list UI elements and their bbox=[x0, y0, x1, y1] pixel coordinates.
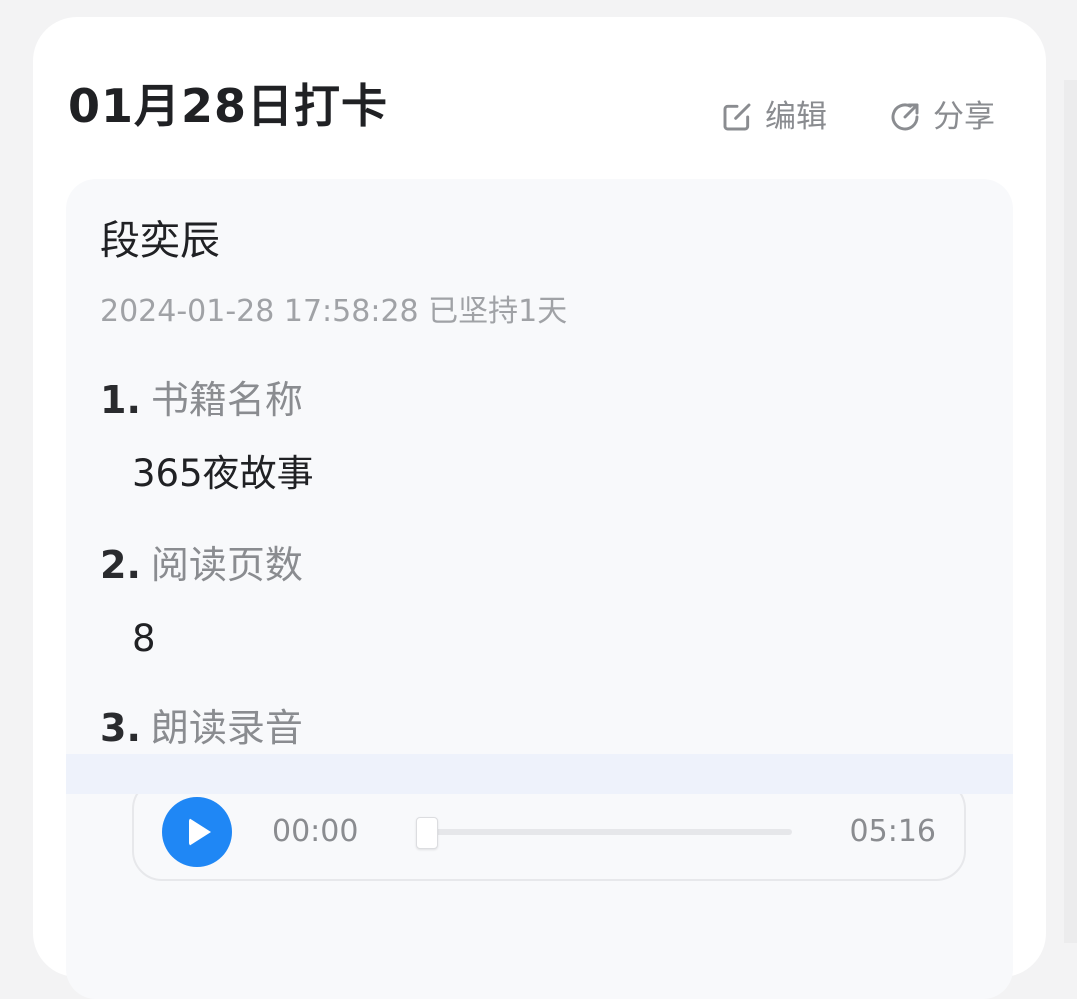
question-label: 朗读录音 bbox=[150, 706, 303, 750]
user-name: 段奕辰 bbox=[100, 218, 220, 264]
audio-progress-track[interactable] bbox=[416, 817, 792, 849]
page-title: 01月28日打卡 bbox=[68, 79, 389, 133]
audio-player: 00:00 05:16 bbox=[132, 779, 966, 881]
current-time: 00:00 bbox=[272, 814, 359, 849]
question-1: 1. 书籍名称 bbox=[100, 381, 303, 419]
audio-progress-thumb[interactable] bbox=[416, 817, 438, 849]
entry-panel: 段奕辰 2024-01-28 17:58:28 已坚持1天 1. 书籍名称 365… bbox=[66, 179, 1013, 999]
share-label: 分享 bbox=[933, 98, 995, 135]
entry-meta: 2024-01-28 17:58:28 已坚持1天 bbox=[100, 294, 568, 329]
background-strip bbox=[1064, 80, 1077, 943]
answer-2: 8 bbox=[132, 617, 156, 660]
total-time: 05:16 bbox=[849, 814, 936, 849]
edit-icon bbox=[723, 103, 751, 131]
question-3: 3. 朗读录音 bbox=[100, 709, 303, 747]
question-number: 2. bbox=[100, 543, 141, 587]
answer-1: 365夜故事 bbox=[132, 452, 314, 495]
question-label: 阅读页数 bbox=[150, 543, 303, 587]
checkin-card: 01月28日打卡 编辑 分享 段奕辰 2024-01-28 17:58:28 已… bbox=[33, 17, 1046, 999]
edit-button[interactable]: 编辑 bbox=[721, 101, 827, 133]
edit-label: 编辑 bbox=[765, 98, 827, 135]
question-label: 书籍名称 bbox=[150, 378, 303, 422]
question-number: 1. bbox=[100, 378, 141, 422]
play-icon[interactable] bbox=[162, 797, 232, 867]
share-button[interactable]: 分享 bbox=[889, 101, 995, 133]
question-2: 2. 阅读页数 bbox=[100, 546, 303, 584]
question-number: 3. bbox=[100, 706, 141, 750]
next-section-band bbox=[66, 754, 1013, 794]
share-icon bbox=[891, 103, 919, 131]
